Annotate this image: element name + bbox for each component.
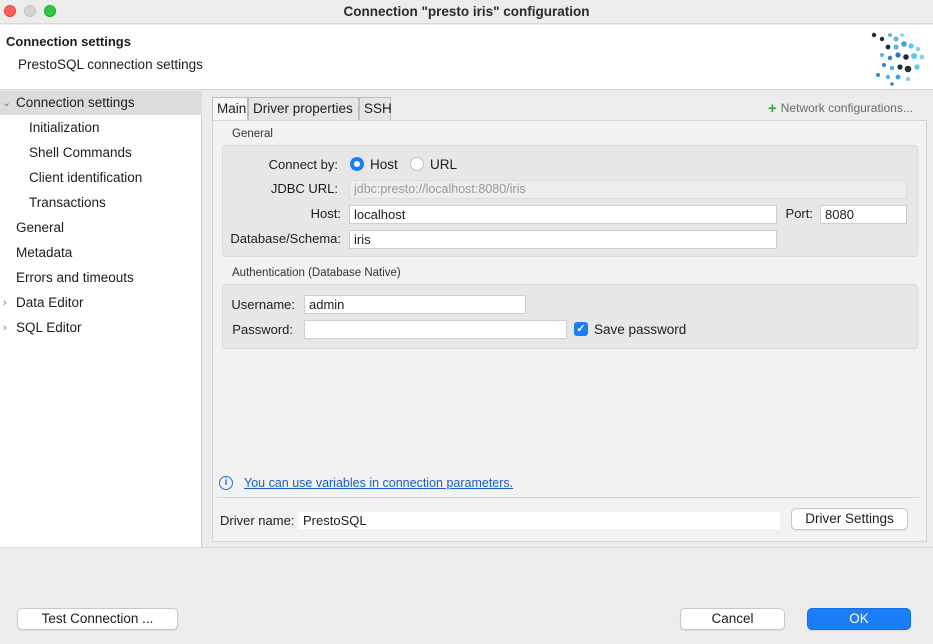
host-field[interactable]: localhost: [349, 205, 777, 224]
database-schema-label: Database/Schema:: [230, 231, 341, 246]
general-group: Connect by: Host URL JDBC URL: jdbc:pres…: [222, 145, 918, 257]
save-password-label: Save password: [594, 322, 687, 337]
url-radio[interactable]: [410, 157, 424, 171]
main-tab-content: General Connect by: Host URL JDBC URL: j…: [212, 120, 927, 542]
host-radio[interactable]: [350, 157, 364, 171]
port-field[interactable]: 8080: [820, 205, 907, 224]
chevron-down-icon[interactable]: ⌄: [2, 91, 11, 115]
header-subtitle: PrestoSQL connection settings: [18, 57, 203, 72]
variables-help-link[interactable]: You can use variables in connection para…: [244, 476, 513, 490]
jdbc-url-field: jdbc:presto://localhost:8080/iris: [349, 180, 907, 199]
tree-item-label: SQL Editor: [16, 320, 82, 335]
driver-name-label: Driver name:: [220, 513, 295, 528]
tree-item-errors-and-timeouts[interactable]: Errors and timeouts: [0, 266, 202, 290]
network-configurations-label: Network configurations...: [780, 101, 913, 115]
settings-panel: Main Driver properties SSH + Network conf…: [206, 91, 933, 547]
tree-item-metadata[interactable]: Metadata: [0, 241, 202, 265]
tree-item-initialization[interactable]: Initialization: [0, 116, 202, 140]
password-field[interactable]: [304, 320, 567, 339]
driver-settings-button[interactable]: Driver Settings: [791, 508, 908, 530]
tree-item-client-identification[interactable]: Client identification: [0, 166, 202, 190]
jdbc-url-label: JDBC URL:: [270, 181, 338, 196]
connect-by-label: Connect by:: [268, 157, 338, 172]
tree-item-label: General: [16, 220, 65, 235]
chevron-right-icon[interactable]: ›: [3, 316, 7, 340]
tree-item-sql-editor[interactable]: › SQL Editor: [0, 316, 202, 340]
tree-item-label: Client identification: [29, 170, 143, 185]
window-title: Connection "presto iris" configuration: [343, 4, 590, 19]
username-field[interactable]: admin: [304, 295, 526, 314]
tab-main[interactable]: Main: [212, 97, 248, 121]
database-schema-field[interactable]: iris: [349, 230, 777, 249]
authentication-section-label: Authentication (Database Native): [232, 267, 401, 279]
chevron-right-icon[interactable]: ›: [3, 291, 7, 315]
tree-item-label: Initialization: [29, 120, 100, 135]
test-connection-button[interactable]: Test Connection ...: [17, 608, 178, 630]
tree-item-shell-commands[interactable]: Shell Commands: [0, 141, 202, 165]
header-title: Connection settings: [6, 34, 131, 49]
plus-icon: +: [768, 100, 777, 117]
port-label: Port:: [785, 206, 813, 221]
host-radio-label: Host: [370, 157, 398, 172]
tree-item-transactions[interactable]: Transactions: [0, 191, 202, 215]
tree-item-data-editor[interactable]: › Data Editor: [0, 291, 202, 315]
username-label: Username:: [231, 297, 295, 312]
cancel-button[interactable]: Cancel: [680, 608, 785, 630]
save-password-checkbox[interactable]: ✓: [574, 322, 588, 336]
general-section-label: General: [232, 128, 273, 140]
presto-logo-icon: [871, 32, 925, 86]
title-bar: Connection "presto iris" configuration: [0, 0, 933, 24]
network-configurations-link[interactable]: + Network configurations...: [768, 100, 913, 117]
authentication-group: Username: admin Password: ✓ Save passwor…: [222, 284, 918, 349]
password-label: Password:: [232, 322, 293, 337]
tree-item-label: Metadata: [16, 245, 73, 260]
tab-ssh[interactable]: SSH: [359, 97, 392, 121]
dialog-header: Connection settings PrestoSQL connection…: [0, 25, 933, 90]
tree-item-label: Connection settings: [16, 95, 135, 110]
ok-button[interactable]: OK: [807, 608, 911, 630]
tree-item-connection-settings[interactable]: ⌄ Connection settings: [0, 91, 202, 115]
host-label: Host:: [310, 206, 341, 221]
tab-driver-properties[interactable]: Driver properties: [248, 97, 359, 121]
divider: [217, 497, 919, 498]
info-icon: i: [219, 476, 233, 490]
tree-item-label: Data Editor: [16, 295, 84, 310]
settings-tree: ⌄ Connection settings Initialization She…: [0, 91, 202, 547]
tree-item-label: Transactions: [29, 195, 106, 210]
url-radio-label: URL: [430, 157, 458, 172]
tree-item-label: Shell Commands: [29, 145, 132, 160]
driver-name-field: PrestoSQL: [298, 511, 781, 530]
tree-item-general[interactable]: General: [0, 216, 202, 240]
tree-item-label: Errors and timeouts: [16, 270, 134, 285]
dialog-footer: Test Connection ... Cancel OK: [0, 547, 933, 644]
